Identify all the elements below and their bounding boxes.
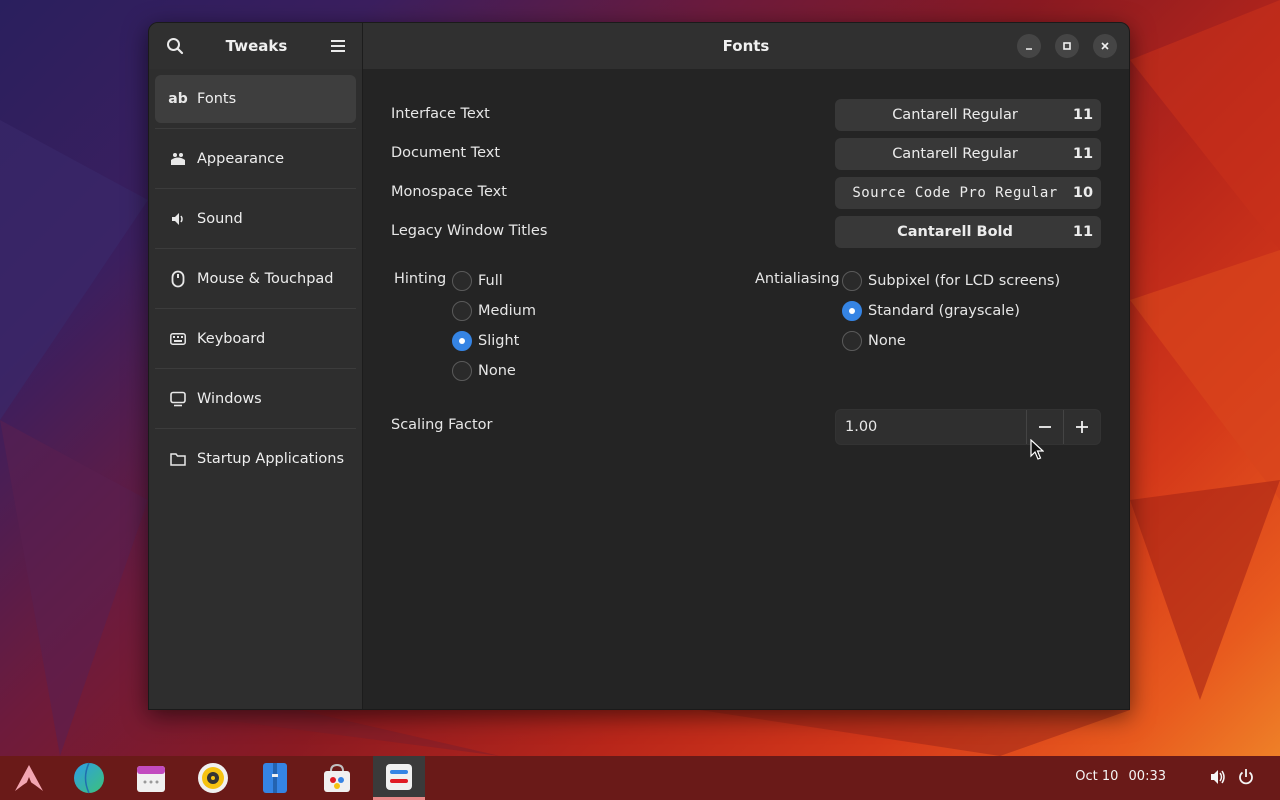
interface-text-label: Interface Text bbox=[391, 106, 490, 122]
page-title: Fonts bbox=[722, 37, 770, 55]
minimize-button[interactable] bbox=[1017, 34, 1041, 58]
arch-logo-icon[interactable] bbox=[3, 756, 55, 800]
power-icon[interactable] bbox=[1238, 768, 1254, 790]
document-font-button[interactable]: Cantarell Regular 11 bbox=[835, 138, 1101, 170]
font-ab-icon: ab bbox=[168, 91, 188, 107]
hinting-medium-radio[interactable]: Medium bbox=[452, 301, 536, 321]
sidebar-item-startup-applications[interactable]: Startup Applications bbox=[155, 435, 356, 483]
close-button[interactable] bbox=[1093, 34, 1117, 58]
music-player-icon[interactable] bbox=[187, 756, 239, 800]
search-icon[interactable] bbox=[163, 34, 187, 58]
font-size: 11 bbox=[1072, 146, 1094, 162]
sidebar-nav: ab Fonts Appearance Sound Mouse & Touchp… bbox=[149, 69, 362, 501]
monitor-icon bbox=[169, 390, 187, 408]
antialiasing-subpixel-radio[interactable]: Subpixel (for LCD screens) bbox=[842, 271, 1060, 291]
font-name: Cantarell Bold bbox=[897, 224, 1013, 240]
hinting-none-radio[interactable]: None bbox=[452, 361, 516, 381]
radio-indicator bbox=[452, 361, 472, 381]
sidebar-item-keyboard[interactable]: Keyboard bbox=[155, 315, 356, 369]
sidebar-item-label: Startup Applications bbox=[197, 451, 344, 467]
sidebar-item-label: Mouse & Touchpad bbox=[197, 271, 334, 287]
font-name: Source Code Pro Regular bbox=[852, 185, 1058, 201]
divider bbox=[155, 308, 356, 309]
monospace-text-label: Monospace Text bbox=[391, 184, 507, 200]
maximize-button[interactable] bbox=[1055, 34, 1079, 58]
increment-button[interactable] bbox=[1063, 410, 1100, 444]
divider bbox=[155, 248, 356, 249]
speaker-icon bbox=[169, 210, 187, 228]
keyboard-icon bbox=[169, 330, 187, 348]
main-panel: Fonts Interface Text Cantarell Regular 1… bbox=[363, 23, 1129, 709]
scaling-factor-input[interactable]: 1.00 bbox=[836, 419, 1026, 435]
radio-label: Standard (grayscale) bbox=[868, 303, 1020, 319]
browser-globe-icon[interactable] bbox=[63, 756, 115, 800]
divider bbox=[155, 368, 356, 369]
sidebar-item-label: Windows bbox=[197, 391, 262, 407]
sidebar-item-fonts[interactable]: ab Fonts bbox=[155, 75, 356, 129]
radio-label: Medium bbox=[478, 303, 536, 319]
folder-icon bbox=[169, 450, 187, 468]
mouse-cursor-icon bbox=[1030, 439, 1044, 460]
sidebar-item-label: Fonts bbox=[197, 91, 237, 107]
appearance-icon bbox=[169, 150, 187, 168]
hinting-full-radio[interactable]: Full bbox=[452, 271, 503, 291]
font-size: 11 bbox=[1072, 107, 1094, 123]
sidebar: Tweaks ab Fonts Appearance Sound Mouse &… bbox=[149, 23, 363, 709]
software-store-icon[interactable] bbox=[311, 756, 363, 800]
radio-indicator bbox=[842, 301, 862, 321]
radio-indicator bbox=[452, 271, 472, 291]
tweaks-icon[interactable] bbox=[373, 756, 425, 800]
radio-label: Subpixel (for LCD screens) bbox=[868, 273, 1061, 289]
sidebar-item-appearance[interactable]: Appearance bbox=[155, 135, 356, 189]
volume-icon[interactable] bbox=[1209, 768, 1227, 790]
radio-label: None bbox=[478, 363, 516, 379]
radio-indicator bbox=[452, 331, 472, 351]
divider bbox=[155, 428, 356, 429]
font-size: 10 bbox=[1072, 185, 1094, 201]
taskbar-clock[interactable]: Oct 10 00:33 bbox=[1075, 769, 1166, 784]
sidebar-item-sound[interactable]: Sound bbox=[155, 195, 356, 249]
document-text-label: Document Text bbox=[391, 145, 501, 161]
legacy-window-titles-font-button[interactable]: Cantarell Bold 11 bbox=[835, 216, 1101, 248]
scaling-factor-spinbutton: 1.00 bbox=[835, 409, 1101, 445]
hamburger-menu-icon[interactable] bbox=[326, 34, 350, 58]
antialiasing-none-radio[interactable]: None bbox=[842, 331, 906, 351]
radio-indicator bbox=[842, 271, 862, 291]
hinting-label: Hinting bbox=[394, 271, 447, 287]
legacy-window-titles-label: Legacy Window Titles bbox=[391, 223, 548, 239]
scaling-factor-label: Scaling Factor bbox=[391, 417, 493, 433]
radio-label: Slight bbox=[478, 333, 520, 349]
antialiasing-standard-radio[interactable]: Standard (grayscale) bbox=[842, 301, 1020, 321]
taskbar: Oct 10 00:33 bbox=[0, 756, 1280, 800]
sidebar-item-windows[interactable]: Windows bbox=[155, 375, 356, 429]
sidebar-item-mouse-touchpad[interactable]: Mouse & Touchpad bbox=[155, 255, 356, 309]
mouse-icon bbox=[169, 270, 187, 288]
sidebar-item-label: Sound bbox=[197, 211, 243, 227]
radio-label: Full bbox=[478, 273, 503, 289]
hinting-slight-radio[interactable]: Slight bbox=[452, 331, 519, 351]
interface-font-button[interactable]: Cantarell Regular 11 bbox=[835, 99, 1101, 131]
divider bbox=[155, 128, 356, 129]
font-size: 11 bbox=[1072, 224, 1094, 240]
font-name: Cantarell Regular bbox=[892, 107, 1018, 123]
divider bbox=[155, 188, 356, 189]
font-name: Cantarell Regular bbox=[892, 146, 1018, 162]
monospace-font-button[interactable]: Source Code Pro Regular 10 bbox=[835, 177, 1101, 209]
file-manager-icon[interactable] bbox=[249, 756, 301, 800]
sidebar-header: Tweaks bbox=[149, 23, 362, 69]
main-header: Fonts bbox=[363, 23, 1129, 69]
clock-time: 00:33 bbox=[1128, 769, 1166, 784]
antialiasing-label: Antialiasing bbox=[755, 271, 840, 287]
calendar-icon[interactable] bbox=[125, 756, 177, 800]
clock-date: Oct 10 bbox=[1075, 769, 1119, 784]
sidebar-title: Tweaks bbox=[225, 37, 288, 55]
radio-label: None bbox=[868, 333, 906, 349]
radio-indicator bbox=[842, 331, 862, 351]
sidebar-item-label: Keyboard bbox=[197, 331, 266, 347]
sidebar-item-label: Appearance bbox=[197, 151, 285, 167]
radio-indicator bbox=[452, 301, 472, 321]
tweaks-window: Tweaks ab Fonts Appearance Sound Mouse &… bbox=[148, 22, 1130, 710]
window-controls bbox=[1017, 34, 1117, 58]
